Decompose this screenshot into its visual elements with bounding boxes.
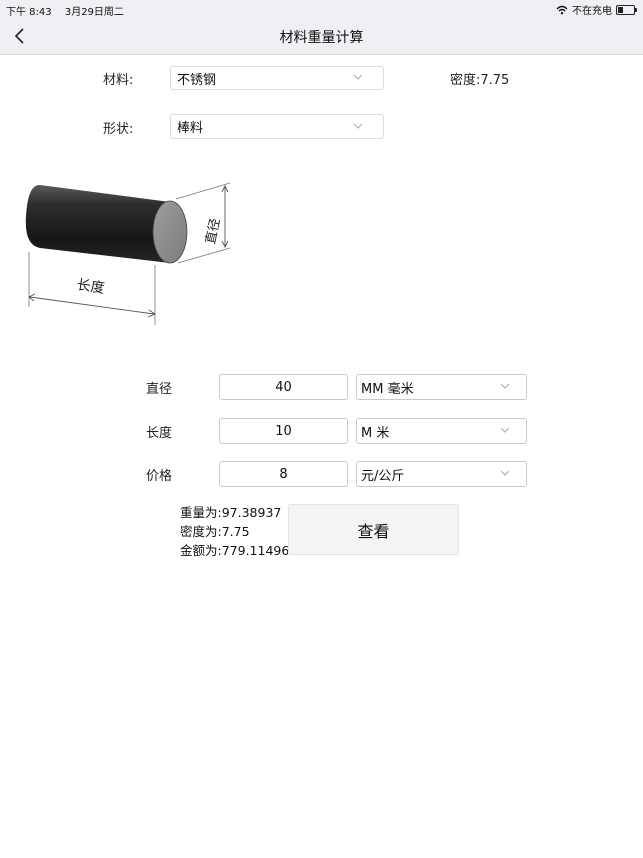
shape-value: 棒料 bbox=[177, 121, 204, 136]
status-date: 3月29日周二 bbox=[64, 7, 124, 18]
nav-bar: 材料重量计算 bbox=[0, 18, 643, 55]
result-weight: 重量为:97.38937 bbox=[180, 505, 282, 520]
battery-fill bbox=[618, 6, 624, 13]
diameter-unit-select[interactable]: MM 毫米 bbox=[356, 374, 527, 400]
rod-body bbox=[25, 184, 171, 263]
rod-end-face bbox=[152, 200, 188, 264]
material-value: 不锈钢 bbox=[177, 72, 217, 88]
status-time: 下午 8:43 bbox=[6, 7, 52, 18]
price-label: 价格 bbox=[146, 469, 173, 484]
status-left: 下午 8:43 3月29日周二 bbox=[6, 3, 134, 18]
chevron-down-icon bbox=[353, 74, 363, 80]
battery-icon bbox=[616, 4, 637, 15]
diagram-length-label: 长度 bbox=[76, 277, 106, 297]
chevron-down-icon bbox=[500, 383, 510, 389]
wifi-icon bbox=[556, 5, 568, 14]
diameter-label: 直径 bbox=[146, 382, 173, 397]
chevron-down-icon bbox=[353, 123, 363, 129]
view-button[interactable]: 查看 bbox=[288, 504, 459, 555]
diameter-input[interactable] bbox=[219, 374, 348, 400]
status-right: 不在充电 bbox=[556, 2, 637, 17]
diameter-unit-value: MM 毫米 bbox=[361, 381, 414, 397]
page-title: 材料重量计算 bbox=[279, 30, 364, 46]
chevron-down-icon bbox=[500, 470, 510, 476]
material-density: 密度:7.75 bbox=[450, 73, 510, 88]
result-amount: 金额为:779.11496 bbox=[180, 543, 290, 558]
diagram-diameter-label: 直径 bbox=[204, 217, 224, 246]
length-unit-value: M 米 bbox=[361, 425, 390, 441]
shape-label: 形状: bbox=[103, 122, 134, 137]
price-unit-value: 元/公斤 bbox=[361, 468, 405, 484]
length-label: 长度 bbox=[146, 426, 173, 441]
price-unit-select[interactable]: 元/公斤 bbox=[356, 461, 527, 487]
price-input[interactable] bbox=[219, 461, 348, 487]
result-density: 密度为:7.75 bbox=[180, 524, 250, 539]
status-bar: 下午 8:43 3月29日周二 不在充电 bbox=[0, 0, 643, 18]
charging-status: 不在充电 bbox=[572, 6, 612, 17]
material-label: 材料: bbox=[103, 73, 134, 88]
shape-select[interactable]: 棒料 bbox=[170, 114, 384, 139]
material-select[interactable]: 不锈钢 bbox=[170, 66, 384, 90]
chevron-down-icon bbox=[500, 427, 510, 433]
rod-diagram: 直径 长度 bbox=[25, 182, 231, 325]
length-input[interactable] bbox=[219, 418, 348, 444]
length-unit-select[interactable]: M 米 bbox=[356, 418, 527, 444]
